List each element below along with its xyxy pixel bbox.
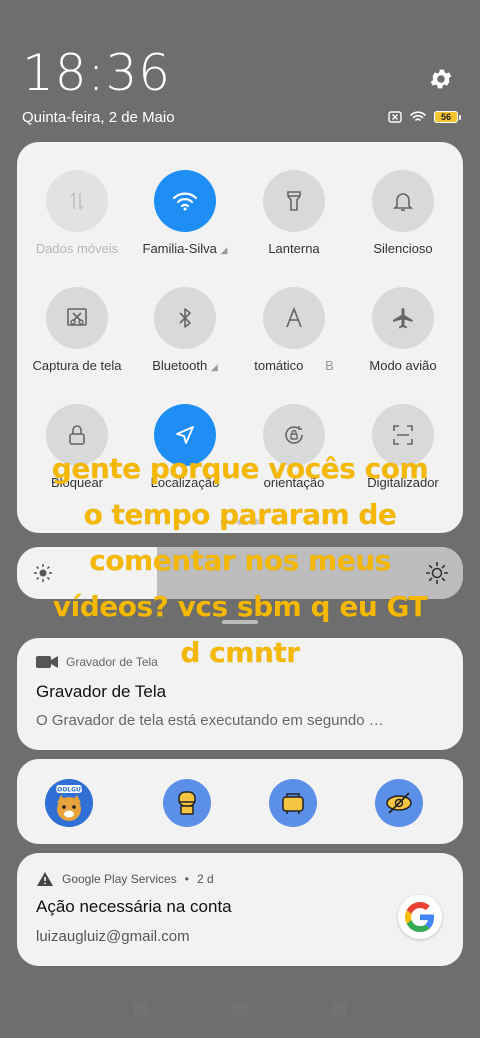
tile-label: tomático B bbox=[254, 358, 334, 373]
tile-label: Silencioso bbox=[373, 241, 433, 256]
date-label: Quinta-feira, 2 de Maio bbox=[22, 108, 175, 126]
tile-bluetooth[interactable]: Bluetooth ◢ bbox=[130, 287, 240, 373]
scanner-icon bbox=[393, 425, 413, 445]
no-sim-icon bbox=[388, 111, 402, 123]
app-bubble-icon-1[interactable] bbox=[163, 779, 211, 827]
gear-icon[interactable] bbox=[428, 66, 454, 92]
wifi-status-icon bbox=[410, 111, 426, 121]
tile-screenshot[interactable]: Captura de tela bbox=[22, 287, 132, 373]
tile-label: Captura de tela bbox=[32, 358, 122, 373]
coolguy-avatar-icon[interactable]: COOLGUY bbox=[45, 779, 93, 827]
status-area: 18:36 Quinta-feira, 2 de Maio 56 bbox=[22, 44, 461, 126]
flashlight-icon bbox=[287, 191, 301, 211]
wifi-icon bbox=[172, 192, 198, 211]
clock: 18:36 bbox=[22, 44, 172, 102]
notification-header: Google Play Services • 2 d bbox=[36, 871, 214, 887]
tile-airplane-mode[interactable]: Modo avião bbox=[348, 287, 458, 373]
tile-label: Dados móveis bbox=[35, 241, 119, 256]
airplane-icon bbox=[393, 308, 413, 329]
screenshot-icon bbox=[67, 308, 87, 326]
battery-indicator: 56 bbox=[434, 111, 461, 123]
warning-icon bbox=[37, 872, 53, 886]
notification-title: Ação necessária na conta bbox=[36, 897, 232, 916]
tile-silent[interactable]: Silencioso bbox=[348, 170, 458, 256]
google-logo-icon bbox=[398, 895, 442, 939]
notification-google-play-services[interactable]: Google Play Services • 2 d Ação necessár… bbox=[17, 853, 463, 966]
separator-dot: • bbox=[184, 872, 189, 886]
app-shortcuts-card: COOLGUY bbox=[17, 759, 463, 844]
tile-mobile-data[interactable]: Dados móveis bbox=[22, 170, 132, 256]
nav-home-button[interactable] bbox=[233, 1002, 247, 1016]
coolguy-logo-text: COOLGUY bbox=[53, 787, 86, 794]
mobile-data-icon bbox=[70, 192, 84, 210]
bell-icon bbox=[393, 193, 413, 211]
tile-label: Bluetooth ◢ bbox=[152, 358, 218, 373]
notification-time: 2 d bbox=[196, 872, 214, 886]
location-icon bbox=[176, 426, 194, 444]
tile-label: Familia-Silva ◢ bbox=[142, 241, 228, 256]
notification-title: Gravador de Tela bbox=[36, 682, 167, 701]
notification-app-name: Google Play Services bbox=[62, 872, 177, 886]
auto-brightness-icon bbox=[286, 306, 302, 328]
tile-label: Lanterna bbox=[268, 241, 320, 256]
eye-off-icon[interactable] bbox=[375, 779, 423, 827]
tile-auto-brightness[interactable]: tomático B bbox=[239, 287, 349, 373]
tile-flashlight[interactable]: Lanterna bbox=[239, 170, 349, 256]
overlay-caption: gente porque vocês com o tempo pararam d… bbox=[51, 452, 429, 669]
tile-wifi[interactable]: Familia-Silva ◢ bbox=[130, 170, 240, 256]
nav-back-button[interactable] bbox=[332, 1002, 346, 1016]
notification-body: luizaugluiz@gmail.com bbox=[36, 928, 190, 945]
lock-icon bbox=[69, 425, 85, 445]
app-bubble-icon-2[interactable] bbox=[269, 779, 317, 827]
bluetooth-icon bbox=[179, 308, 191, 328]
tile-label: Modo avião bbox=[369, 358, 437, 373]
notification-body: O Gravador de tela está executando em se… bbox=[36, 712, 384, 729]
nav-recents-button[interactable] bbox=[134, 1002, 148, 1016]
rotation-lock-icon bbox=[285, 426, 303, 444]
